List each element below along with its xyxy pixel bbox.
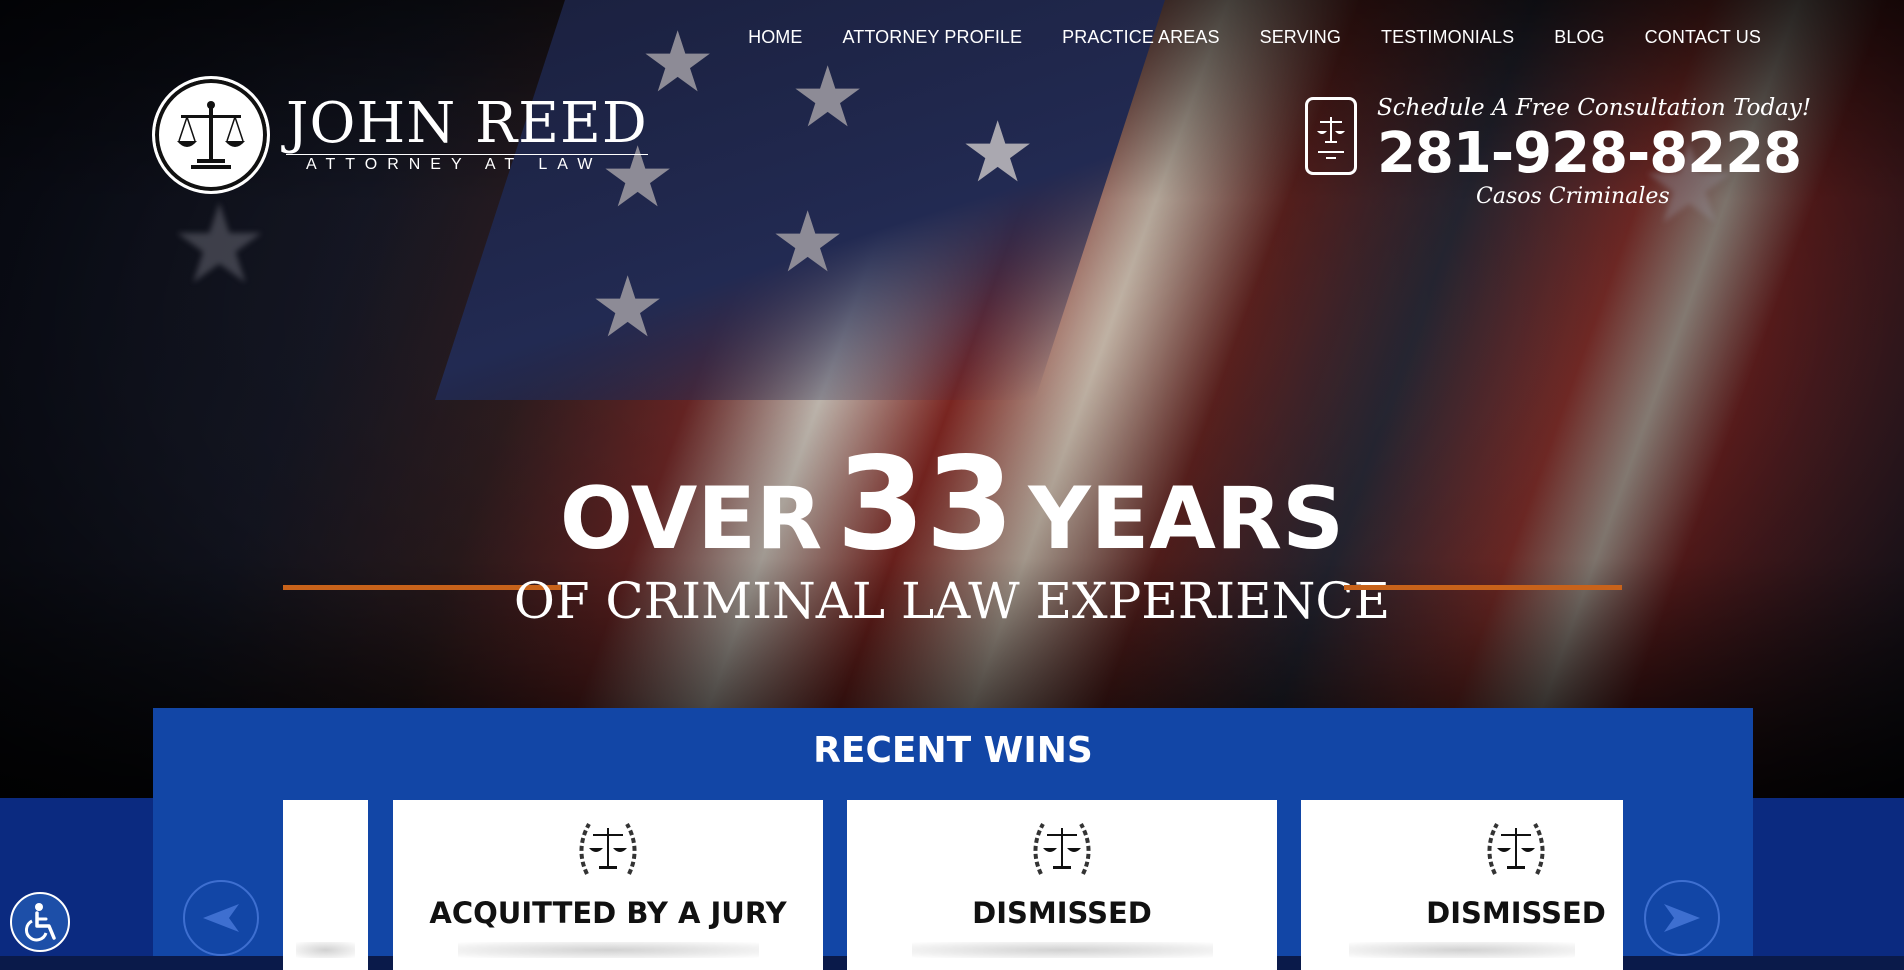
schedule-consultation-text: Schedule A Free Consultation Today! xyxy=(1377,95,1812,121)
nav-blog[interactable]: BLOG xyxy=(1554,27,1604,48)
nav-contact-us[interactable]: CONTACT US xyxy=(1645,27,1761,48)
arrow-left-icon xyxy=(203,904,239,932)
laurel-scales-icon xyxy=(573,814,643,889)
nav-attorney-profile[interactable]: ATTORNEY PROFILE xyxy=(843,27,1023,48)
nav-testimonials[interactable]: TESTIMONIALS xyxy=(1381,27,1514,48)
site-logo[interactable]: JOHN REED ATTORNEY AT LAW xyxy=(152,76,648,194)
headline-years: YEARS xyxy=(1028,469,1345,569)
laurel-scales-icon xyxy=(1027,814,1097,889)
phone-scales-icon xyxy=(1305,97,1357,175)
flag-star: ★ xyxy=(960,105,1036,199)
wheelchair-icon xyxy=(24,903,56,942)
logo-subtitle: ATTORNEY AT LAW xyxy=(286,154,648,174)
win-result: ACQUITTED BY A JURY xyxy=(429,896,787,930)
flag-star: ★ xyxy=(770,195,846,289)
carousel-prev-button[interactable] xyxy=(183,880,259,956)
recent-wins-panel: RECENT WINS ACQUITTED BY A JURY DISMISSE… xyxy=(153,708,1753,970)
win-card[interactable]: DISMISSED xyxy=(847,800,1277,970)
nav-home[interactable]: HOME xyxy=(748,27,802,48)
flag-star: ★ xyxy=(790,50,866,144)
nav-practice-areas[interactable]: PRACTICE AREAS xyxy=(1062,27,1219,48)
recent-wins-title: RECENT WINS xyxy=(813,730,1093,771)
scales-of-justice-icon xyxy=(152,76,270,194)
accessibility-button[interactable] xyxy=(10,892,70,952)
win-card-partial[interactable] xyxy=(283,800,368,970)
nav-serving[interactable]: SERVING xyxy=(1260,27,1341,48)
hero-subline: OF CRIMINAL LAW EXPERIENCE xyxy=(513,572,1391,630)
flag-star: ★ xyxy=(590,260,666,354)
headline-years-number: 33 xyxy=(836,430,1015,579)
win-result: DISMISSED xyxy=(972,896,1152,930)
logo-text: JOHN REED ATTORNEY AT LAW xyxy=(286,96,648,174)
consultation-block: Schedule A Free Consultation Today! 281-… xyxy=(1305,95,1811,215)
headline-over: OVER xyxy=(559,469,823,569)
win-card[interactable]: ACQUITTED BY A JURY xyxy=(393,800,823,970)
accent-rule-right xyxy=(1344,585,1622,590)
win-card[interactable]: DISMISSED xyxy=(1301,800,1623,970)
carousel-next-button[interactable] xyxy=(1644,880,1720,956)
hero-subline-row: OF CRIMINAL LAW EXPERIENCE xyxy=(0,572,1904,632)
phone-number-link[interactable]: 281-928-8228 xyxy=(1377,121,1802,186)
arrow-right-icon xyxy=(1664,904,1700,932)
win-result: DISMISSED xyxy=(1426,896,1606,930)
hero-headline: OVER 33 YEARS xyxy=(0,430,1904,579)
main-navigation: HOME ATTORNEY PROFILE PRACTICE AREAS SER… xyxy=(708,27,1761,48)
flag-star-blurred: ★ xyxy=(170,183,269,306)
casos-criminales-text: Casos Criminales xyxy=(1476,184,1670,209)
logo-name: JOHN REED xyxy=(286,91,648,156)
flag-star: ★ xyxy=(640,15,716,109)
laurel-scales-icon xyxy=(1481,814,1551,889)
